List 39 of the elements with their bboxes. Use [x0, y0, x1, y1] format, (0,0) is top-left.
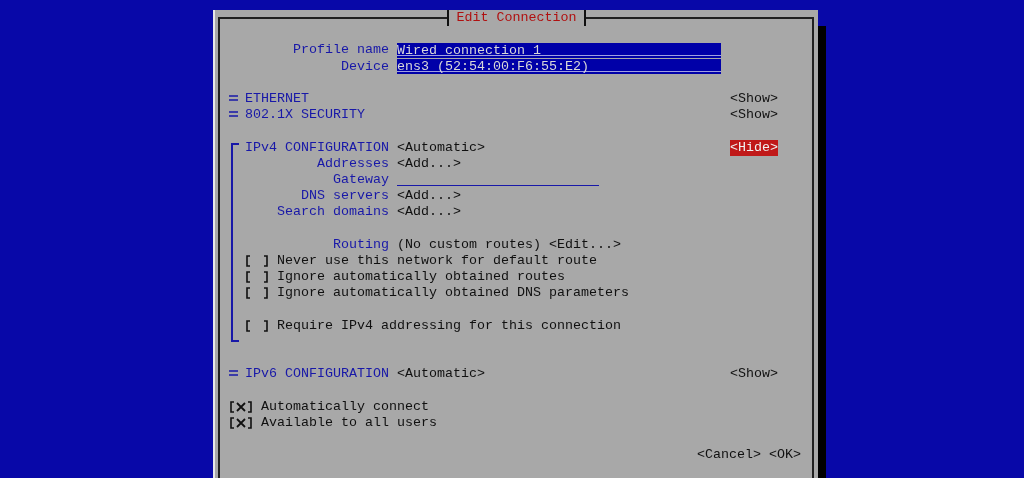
field-label: Gateway — [332, 171, 389, 189]
section-title: 802.1X SECURITY — [245, 107, 365, 124]
toggle-button[interactable]: <Show> — [730, 90, 778, 108]
field-label: Device — [340, 58, 389, 75]
toggle-button[interactable]: <Show> — [730, 366, 778, 383]
toggle-button[interactable]: <Show> — [730, 107, 778, 124]
section-title: ETHERNET — [245, 90, 309, 108]
add-button[interactable]: <Add...> — [397, 188, 461, 205]
routes-status: (No custom routes) — [397, 236, 541, 253]
field-label: Addresses — [316, 155, 389, 172]
toggle-button[interactable]: <Hide> — [730, 139, 778, 156]
dialog-button[interactable]: <Cancel> — [697, 447, 761, 464]
section-title: IPv4 CONFIGURATION — [245, 139, 389, 156]
checkbox-label: Require IPv4 addressing for this connection — [277, 317, 621, 334]
text-field[interactable]: ens3 (52:54:00:F6:55:E2) — [397, 59, 721, 75]
field-label: Search domains — [276, 204, 389, 221]
text-field[interactable]: Wired connection 1 — [397, 42, 721, 58]
checkbox-label: Available to all users — [261, 414, 437, 431]
dialog-title: Edit Connection — [446, 10, 587, 27]
checkbox-label: Ignore automatically obtained DNS parameters — [277, 285, 629, 302]
edit-button[interactable]: <Edit...> — [548, 236, 621, 253]
add-button[interactable]: <Add...> — [397, 204, 461, 221]
checkbox[interactable] — [229, 416, 253, 429]
checkbox[interactable] — [245, 319, 269, 332]
checkbox[interactable] — [245, 271, 269, 284]
checkbox[interactable] — [245, 254, 269, 267]
add-button[interactable]: <Add...> — [397, 155, 461, 172]
checkbox[interactable] — [245, 287, 269, 300]
field-label: Profile name — [292, 42, 389, 59]
checkbox[interactable] — [229, 400, 253, 413]
checkbox-label: Ignore automatically obtained routes — [277, 269, 565, 286]
section-title: IPv6 CONFIGURATION — [245, 366, 389, 383]
mode-dropdown[interactable]: <Automatic> — [397, 139, 485, 156]
checkbox-label: Automatically connect — [261, 398, 429, 415]
field-label: DNS servers — [300, 188, 389, 205]
checkbox-label: Never use this network for default route — [277, 252, 597, 269]
mode-dropdown[interactable]: <Automatic> — [397, 366, 485, 383]
dialog-button[interactable]: <OK> — [769, 447, 801, 464]
field-label: Routing — [332, 236, 389, 253]
